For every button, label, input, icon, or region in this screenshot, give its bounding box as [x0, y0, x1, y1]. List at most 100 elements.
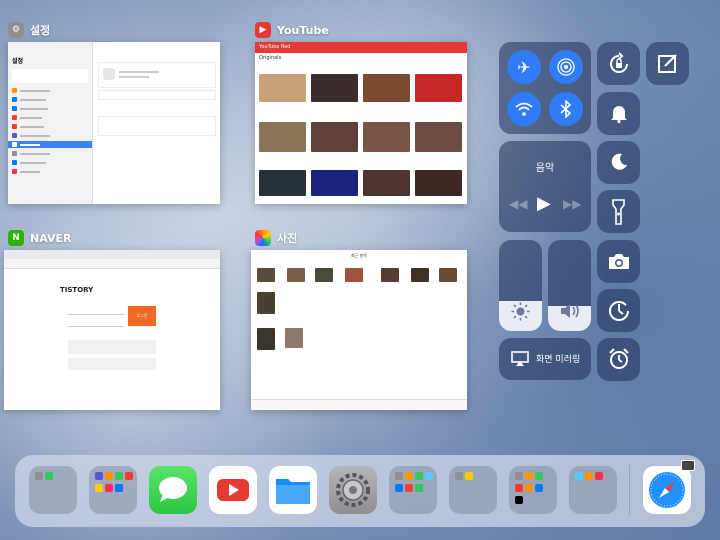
album-title: 최근 항목: [351, 253, 367, 258]
notes-button[interactable]: [646, 42, 689, 85]
photo-thumb: [287, 268, 305, 282]
airdrop-icon: [557, 58, 575, 76]
photos-window-preview: 최근 항목: [251, 250, 467, 410]
card-title-settings: 설정: [30, 24, 51, 37]
play-icon[interactable]: ▶: [537, 193, 551, 214]
video-thumbnail: [415, 74, 462, 102]
connectivity-panel: ✈: [499, 42, 591, 134]
youtube-dock-icon[interactable]: [209, 466, 257, 514]
settings-row: [12, 159, 88, 166]
video-thumbnail: [311, 170, 358, 196]
youtube-top-bar: YouTube Red: [255, 42, 467, 53]
video-thumbnail: [363, 74, 410, 102]
photo-thumb: [381, 268, 399, 282]
wifi-icon: [515, 102, 533, 116]
rewind-icon[interactable]: ◀◀: [509, 197, 527, 211]
screen-mirroring-label: 화면 미러링: [536, 355, 581, 365]
apple-id-row: [12, 69, 88, 83]
screen-mirroring-icon: [511, 351, 529, 366]
camera-button[interactable]: [597, 240, 640, 283]
bell-icon: [611, 106, 627, 123]
video-thumbnail: [363, 122, 410, 152]
dock-folder-6[interactable]: [569, 466, 617, 514]
dock-folder-4[interactable]: [449, 466, 497, 514]
handoff-badge-icon: [681, 460, 695, 471]
settings-dock-icon[interactable]: [329, 466, 377, 514]
bluetooth-toggle[interactable]: [549, 92, 583, 126]
bluetooth-icon: [560, 100, 572, 118]
silent-mode-toggle[interactable]: [597, 92, 640, 135]
settings-row: [12, 132, 88, 139]
wifi-toggle[interactable]: [507, 92, 541, 126]
airplane-mode-toggle[interactable]: ✈: [507, 50, 541, 84]
video-thumbnail: [259, 74, 306, 102]
dock-folder-5[interactable]: [509, 466, 557, 514]
photo-thumb: [345, 268, 363, 282]
photos-app-icon: [255, 230, 271, 246]
safari-app-icon[interactable]: [643, 460, 695, 514]
moon-icon: [611, 153, 627, 170]
files-app-icon[interactable]: [269, 466, 317, 514]
video-thumbnail: [259, 122, 306, 152]
app-card-youtube[interactable]: ▶ YouTube YouTube Red Originals: [255, 20, 467, 205]
settings-row: [12, 150, 88, 157]
app-card-photos[interactable]: 사진 최근 항목: [251, 228, 467, 412]
photo-thumb: [257, 292, 275, 314]
video-thumbnail: [415, 170, 462, 196]
login-button: 로그인: [128, 306, 156, 326]
music-panel[interactable]: 음악 ◀◀ ▶ ▶▶: [499, 141, 591, 232]
messages-app-icon[interactable]: [149, 466, 197, 514]
video-thumbnail: [363, 170, 410, 196]
flashlight-icon: [612, 199, 625, 225]
video-thumbnail: [415, 122, 462, 152]
speaker-icon: [561, 304, 579, 318]
settings-row: [12, 114, 88, 121]
settings-row: [12, 105, 88, 112]
alarm-icon: [609, 348, 629, 369]
screen-mirroring-button[interactable]: 화면 미러링: [499, 338, 591, 380]
youtube-section-label: Originals: [259, 55, 282, 61]
dock-folder-2[interactable]: [89, 466, 137, 514]
settings-window-preview: 설정: [8, 42, 220, 204]
settings-row-selected: [8, 141, 92, 148]
settings-app-icon: ⚙: [8, 22, 24, 38]
tistory-logo-text: TISTORY: [60, 286, 94, 294]
flashlight-toggle[interactable]: [597, 190, 640, 233]
brightness-slider[interactable]: [499, 240, 542, 331]
photo-thumb: [439, 268, 457, 282]
settings-row: [12, 168, 88, 175]
photo-thumb: [315, 268, 333, 282]
sun-icon: [511, 302, 530, 321]
card-title-naver: NAVER: [30, 231, 72, 245]
card-title-photos: 사진: [277, 232, 298, 245]
video-thumbnail: [311, 122, 358, 152]
do-not-disturb-toggle[interactable]: [597, 141, 640, 184]
timer-icon: [609, 301, 629, 321]
camera-icon: [609, 254, 629, 269]
photo-thumb: [257, 328, 275, 350]
naver-app-icon: N: [8, 230, 24, 246]
alarm-button[interactable]: [597, 338, 640, 381]
youtube-window-preview: YouTube Red Originals: [255, 42, 467, 204]
fast-forward-icon[interactable]: ▶▶: [563, 197, 581, 211]
settings-sidebar-title: 설정: [12, 58, 24, 65]
settings-row: [12, 123, 88, 130]
settings-row: [12, 87, 88, 94]
dock-folder-1[interactable]: [29, 466, 77, 514]
timer-button[interactable]: [597, 289, 640, 332]
settings-row: [12, 96, 88, 103]
rotation-lock-icon: [610, 52, 628, 73]
photo-thumb: [257, 268, 275, 282]
airdrop-toggle[interactable]: [549, 50, 583, 84]
video-thumbnail: [259, 170, 306, 196]
music-label: 음악: [535, 163, 555, 174]
app-card-naver[interactable]: N NAVER TISTORY 로그인: [4, 228, 220, 412]
rotation-lock-toggle[interactable]: [597, 42, 640, 85]
card-title-youtube: YouTube: [277, 23, 329, 37]
app-card-settings[interactable]: ⚙ 설정 설정: [8, 20, 220, 205]
dock-folder-3[interactable]: [389, 466, 437, 514]
photo-thumb: [411, 268, 429, 282]
video-thumbnail: [311, 74, 358, 102]
photo-thumb: [285, 328, 303, 348]
volume-slider[interactable]: [548, 240, 591, 331]
